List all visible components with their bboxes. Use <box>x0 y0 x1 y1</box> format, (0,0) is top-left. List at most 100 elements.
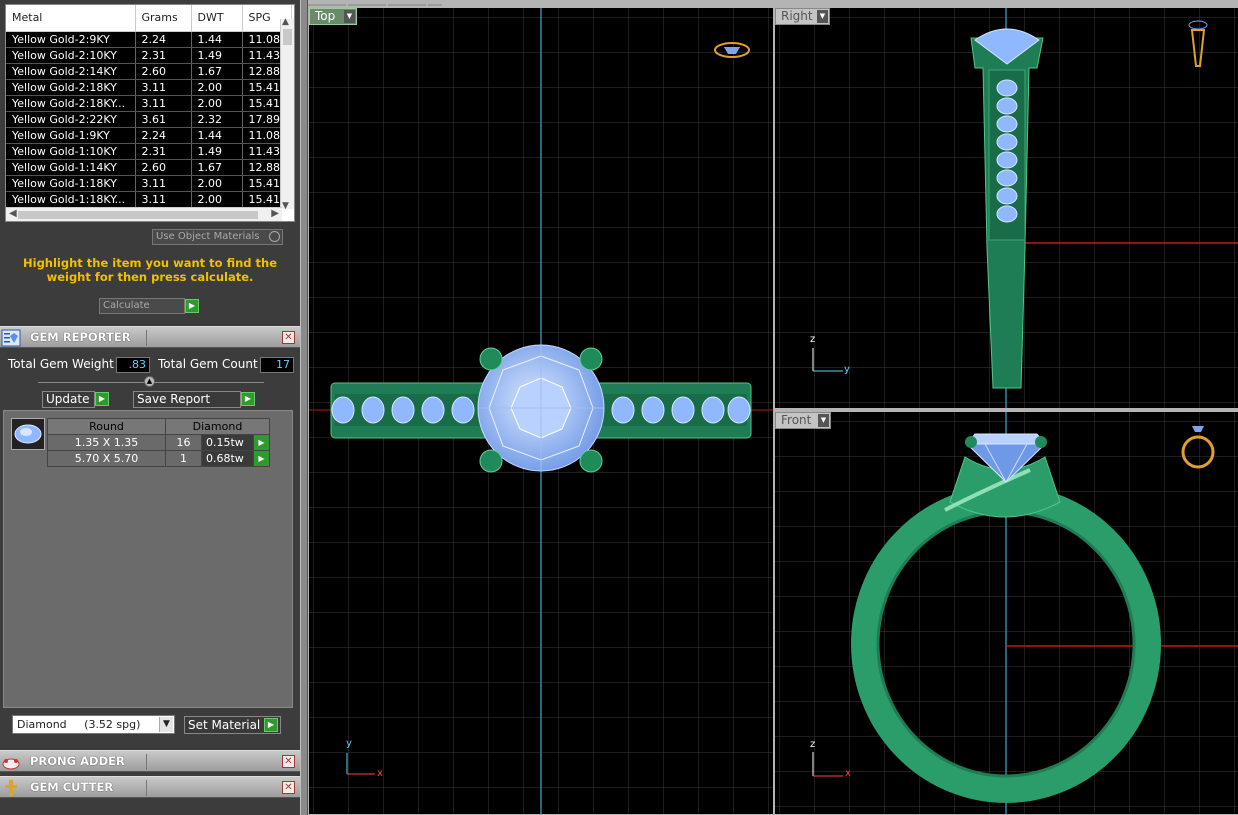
melee-stone[interactable] <box>641 396 665 424</box>
gem-cutter-header[interactable]: GEM CUTTER ✕ <box>0 776 300 798</box>
top-view-canvas[interactable] <box>309 8 773 814</box>
cell-metal: Yellow Gold-1:18KY... <box>6 191 136 208</box>
right-viewport[interactable]: z y Right ▼ <box>775 8 1238 408</box>
melee-stone[interactable] <box>451 396 475 424</box>
gem-row-2[interactable]: 5.70 X 5.70 1 0.68tw ▶ <box>47 450 270 467</box>
left-panel: Metal Grams DWT SPG Yellow Gold-2:9KY 2.2… <box>0 0 300 815</box>
prong-adder-close-icon[interactable]: ✕ <box>282 755 295 768</box>
cell-metal: Yellow Gold-2:10KY <box>6 47 136 64</box>
update-button[interactable]: Update <box>42 391 95 408</box>
gem-row-1-tw: 0.15tw <box>201 434 254 451</box>
top-viewport[interactable]: y x Top ▼ <box>309 8 773 814</box>
view-tab[interactable] <box>348 4 386 6</box>
chevron-down-icon[interactable]: ▼ <box>159 717 173 732</box>
save-report-go-icon[interactable]: ▶ <box>241 392 255 406</box>
gem-list-area: Round Diamond 1.35 X 1.35 16 0.15tw ▶ 5.… <box>3 410 293 708</box>
front-view-label[interactable]: Front ▼ <box>775 412 831 429</box>
melee-stone[interactable] <box>421 396 445 424</box>
round-gem-thumbnail[interactable] <box>11 418 45 450</box>
cell-grams: 2.60 <box>135 63 192 80</box>
col-header-metal[interactable]: Metal <box>6 5 136 32</box>
front-view-canvas[interactable] <box>775 412 1238 814</box>
material-select-value: Diamond (3.52 spg) <box>17 718 141 731</box>
melee-stone[interactable] <box>671 396 695 424</box>
gem-reporter-header[interactable]: GEM REPORTER ✕ <box>0 326 300 348</box>
melee-stone[interactable] <box>727 396 751 424</box>
melee-stone[interactable] <box>331 396 355 424</box>
chevron-down-icon[interactable]: ▼ <box>344 10 355 23</box>
melee-stone[interactable] <box>391 396 415 424</box>
scroll-left-icon[interactable]: ◀ <box>9 208 17 219</box>
gem-reporter-title: GEM REPORTER <box>30 330 131 344</box>
use-object-materials-toggle[interactable]: Use Object Materials <box>152 229 283 245</box>
melee-stone[interactable] <box>996 115 1018 133</box>
cell-grams: 2.31 <box>135 47 192 64</box>
melee-stone[interactable] <box>996 133 1018 151</box>
melee-stone[interactable] <box>701 396 725 424</box>
panel-splitter[interactable] <box>300 0 308 815</box>
gem-cutter-close-icon[interactable]: ✕ <box>282 781 295 794</box>
cell-dwt: 1.49 <box>191 47 243 64</box>
melee-stone[interactable] <box>996 187 1018 205</box>
view-tab-strip[interactable] <box>308 0 478 6</box>
calculate-go-icon[interactable]: ▶ <box>185 299 199 313</box>
table-horizontal-scrollbar[interactable]: ◀ ▶ <box>6 207 282 221</box>
chevron-down-icon[interactable]: ▼ <box>818 414 829 427</box>
scroll-thumb[interactable] <box>283 29 292 45</box>
right-view-label-text: Right <box>781 9 813 23</box>
table-row[interactable]: Yellow Gold-2:9KY 2.24 1.44 11.08 <box>6 31 292 48</box>
melee-stone[interactable] <box>996 205 1018 223</box>
gem-reporter-close-icon[interactable]: ✕ <box>282 331 295 344</box>
melee-stone[interactable] <box>611 396 635 424</box>
gem-row-1[interactable]: 1.35 X 1.35 16 0.15tw ▶ <box>47 434 270 451</box>
table-row[interactable]: Yellow Gold-2:18KY... 3.11 2.00 15.41 <box>6 95 292 112</box>
right-view-canvas[interactable] <box>775 8 1238 408</box>
hscroll-thumb[interactable] <box>18 211 258 219</box>
view-tab[interactable] <box>308 4 346 6</box>
table-row[interactable]: Yellow Gold-2:22KY 3.61 2.32 17.89 <box>6 111 292 128</box>
col-header-dwt[interactable]: DWT <box>191 5 243 32</box>
table-row[interactable]: Yellow Gold-1:14KY 2.60 1.67 12.88 <box>6 159 292 176</box>
update-go-icon[interactable]: ▶ <box>95 392 109 406</box>
set-material-go-icon[interactable]: ▶ <box>264 718 278 732</box>
col-header-grams[interactable]: Grams <box>135 5 192 32</box>
view-tab[interactable] <box>428 4 442 6</box>
table-row[interactable]: Yellow Gold-2:10KY 2.31 1.49 11.43 <box>6 47 292 64</box>
gem-row-2-go-icon[interactable]: ▶ <box>253 450 270 467</box>
table-row[interactable]: Yellow Gold-2:18KY 3.11 2.00 15.41 <box>6 79 292 96</box>
melee-stone[interactable] <box>361 396 385 424</box>
melee-stone[interactable] <box>996 97 1018 115</box>
front-viewport[interactable]: z x Front ▼ <box>775 412 1238 814</box>
scroll-up-icon[interactable]: ▲ <box>282 17 289 27</box>
collapse-icon[interactable]: ▲ <box>144 376 155 387</box>
calculate-button[interactable]: Calculate <box>99 298 185 314</box>
cell-metal: Yellow Gold-2:18KY... <box>6 95 136 112</box>
table-row[interactable]: Yellow Gold-1:18KY... 3.11 2.00 15.41 <box>6 191 292 208</box>
save-report-button[interactable]: Save Report <box>133 391 241 408</box>
material-select[interactable]: Diamond (3.52 spg) ▼ <box>12 715 175 734</box>
melee-stone[interactable] <box>996 169 1018 187</box>
cell-grams: 3.61 <box>135 111 192 128</box>
table-row[interactable]: Yellow Gold-1:10KY 2.31 1.49 11.43 <box>6 143 292 160</box>
table-row[interactable]: Yellow Gold-2:14KY 2.60 1.67 12.88 <box>6 63 292 80</box>
cell-dwt: 1.44 <box>191 31 243 48</box>
cell-metal: Yellow Gold-2:22KY <box>6 111 136 128</box>
table-vertical-scrollbar[interactable]: ▲ ▼ <box>280 17 294 211</box>
cell-grams: 3.11 <box>135 175 192 192</box>
gem-row-1-go-icon[interactable]: ▶ <box>253 434 270 451</box>
scroll-right-icon[interactable]: ▶ <box>271 208 279 219</box>
total-gem-count-value: 17 <box>260 357 294 373</box>
right-view-label[interactable]: Right ▼ <box>775 8 830 25</box>
prong-adder-header[interactable]: PRONG ADDER ✕ <box>0 750 300 772</box>
chevron-down-icon[interactable]: ▼ <box>817 10 828 23</box>
cell-dwt: 2.00 <box>191 95 243 112</box>
scroll-down-icon[interactable]: ▼ <box>282 201 289 211</box>
set-material-label: Set Material <box>188 718 261 732</box>
melee-stone[interactable] <box>996 79 1018 97</box>
top-view-label[interactable]: Top ▼ <box>309 8 357 25</box>
update-label: Update <box>46 392 90 406</box>
table-row[interactable]: Yellow Gold-1:9KY 2.24 1.44 11.08 <box>6 127 292 144</box>
melee-stone[interactable] <box>996 151 1018 169</box>
table-row[interactable]: Yellow Gold-1:18KY 3.11 2.00 15.41 <box>6 175 292 192</box>
view-tab[interactable] <box>388 4 426 6</box>
